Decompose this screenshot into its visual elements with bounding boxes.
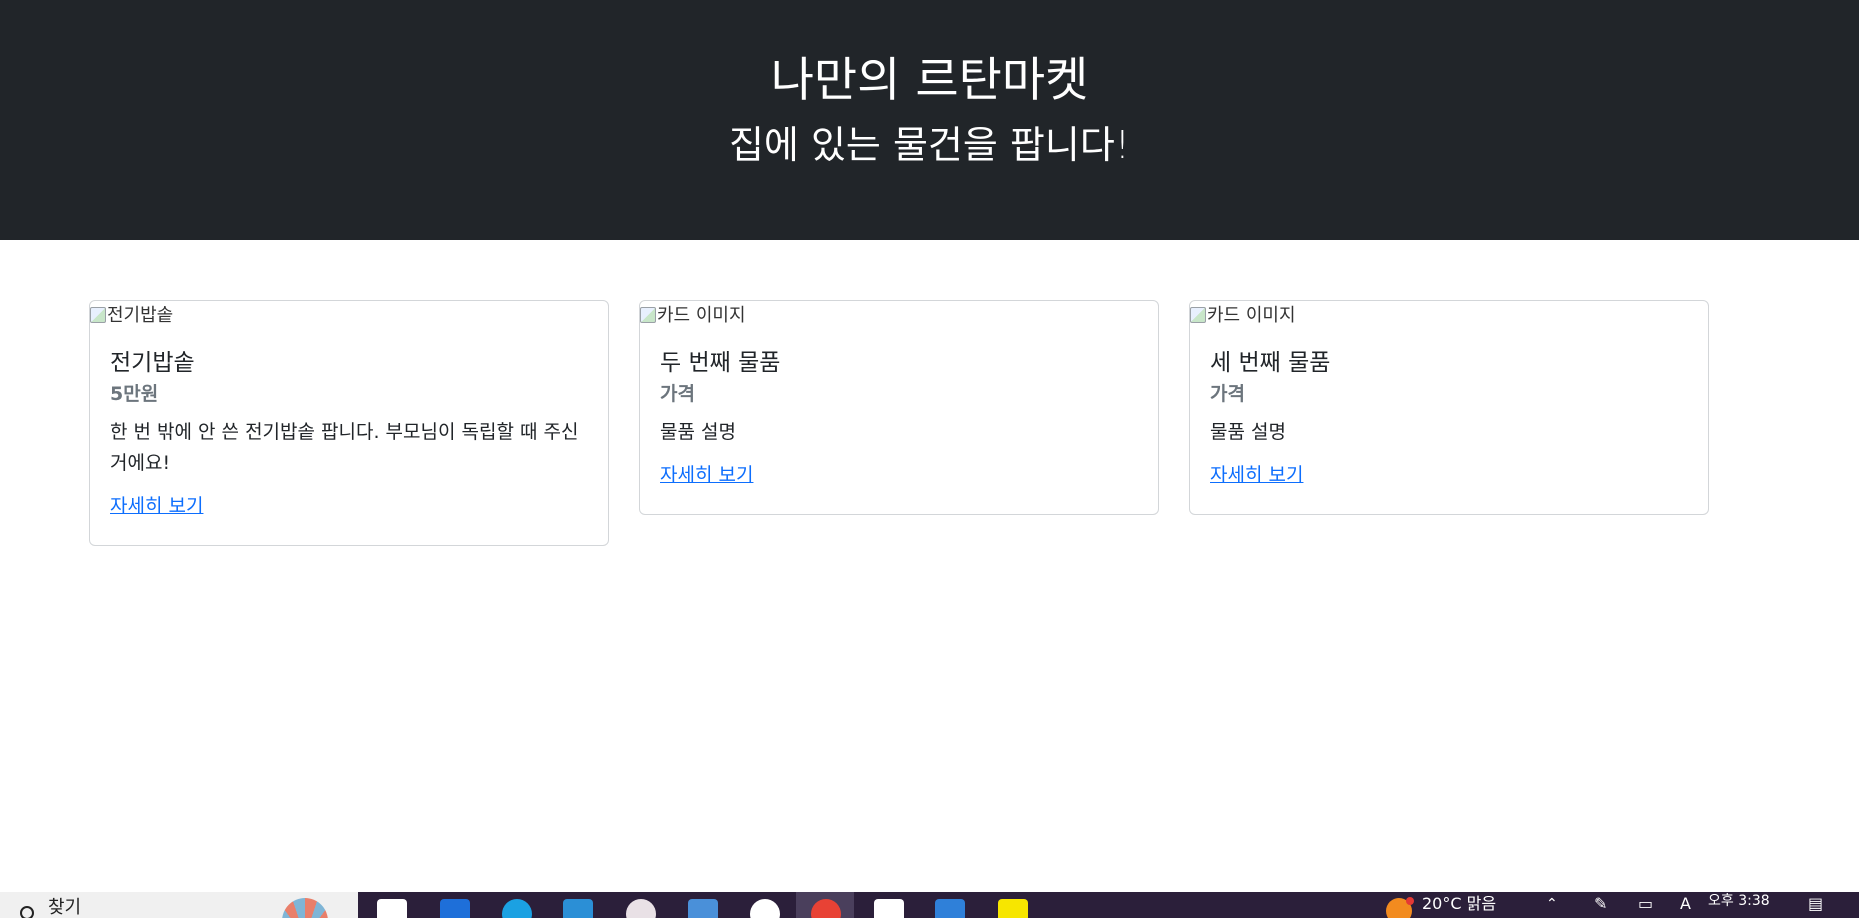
pen-icon[interactable]: ✎ bbox=[1594, 893, 1607, 915]
product-image-alt: 카드 이미지 bbox=[657, 305, 746, 326]
ime-icon[interactable]: A bbox=[1680, 893, 1691, 915]
view-details-link[interactable]: 자세히 보기 bbox=[660, 462, 753, 488]
product-title: 세 번째 물품 bbox=[1210, 350, 1331, 376]
search-label: 찾기 bbox=[48, 897, 82, 918]
view-details-link[interactable]: 자세히 보기 bbox=[110, 493, 203, 519]
product-image-alt: 카드 이미지 bbox=[1207, 305, 1296, 326]
product-price: 가격 bbox=[660, 383, 695, 405]
vscode-insiders-icon[interactable] bbox=[563, 899, 593, 918]
chevron-up-icon[interactable]: ⌃ bbox=[1546, 893, 1558, 915]
mail-icon[interactable] bbox=[440, 899, 470, 918]
search-icon bbox=[20, 906, 34, 918]
taskbar-clock[interactable]: 오후 3:38 bbox=[1708, 892, 1770, 911]
product-image: 전기밥솥 bbox=[90, 301, 608, 331]
notion-icon[interactable] bbox=[874, 899, 904, 918]
windows-taskbar: 찾기 20°C 맑음 ⌃ ✎ ▭ A 오후 3:38 ▤ bbox=[0, 892, 1859, 918]
page-subtitle: 집에 있는 물건을 팝니다! bbox=[728, 123, 1131, 167]
broken-image-icon bbox=[90, 307, 106, 323]
card-body: 전기밥솥 5만원 한 번 밖에 안 쓴 전기밥솥 팝니다. 부모님이 독립할 때… bbox=[90, 331, 608, 545]
page-title: 나만의 르탄마켓 bbox=[770, 53, 1089, 108]
slack-icon[interactable] bbox=[750, 899, 780, 918]
card-body: 세 번째 물품 가격 물품 설명 자세히 보기 bbox=[1190, 331, 1708, 514]
vscode-icon[interactable] bbox=[935, 899, 965, 918]
product-image: 카드 이미지 bbox=[640, 301, 1158, 331]
app-icon[interactable] bbox=[626, 899, 656, 918]
broken-image-icon bbox=[640, 307, 656, 323]
taskbar-search-box[interactable]: 찾기 bbox=[0, 892, 358, 918]
notification-icon[interactable]: ▤ bbox=[1808, 893, 1823, 915]
store-icon[interactable] bbox=[377, 899, 407, 918]
product-title: 두 번째 물품 bbox=[660, 350, 781, 376]
product-description: 한 번 밖에 안 쓴 전기밥솥 팝니다. 부모님이 독립할 때 주신 거에요! bbox=[110, 421, 579, 474]
card-body: 두 번째 물품 가격 물품 설명 자세히 보기 bbox=[640, 331, 1158, 514]
kakaotalk-icon[interactable] bbox=[998, 899, 1028, 918]
calendar-icon[interactable] bbox=[688, 899, 718, 918]
weather-text[interactable]: 20°C 맑음 bbox=[1422, 893, 1496, 915]
product-price: 가격 bbox=[1210, 383, 1245, 405]
product-card: 카드 이미지 두 번째 물품 가격 물품 설명 자세히 보기 bbox=[639, 300, 1159, 515]
product-description: 물품 설명 bbox=[1210, 421, 1286, 443]
edge-icon[interactable] bbox=[502, 899, 532, 918]
product-card: 전기밥솥 전기밥솥 5만원 한 번 밖에 안 쓴 전기밥솥 팝니다. 부모님이 … bbox=[89, 300, 609, 546]
product-price: 5만원 bbox=[110, 383, 159, 405]
display-icon[interactable]: ▭ bbox=[1638, 893, 1653, 915]
product-image: 카드 이미지 bbox=[1190, 301, 1708, 331]
hero-banner: 나만의 르탄마켓 집에 있는 물건을 팝니다! bbox=[0, 0, 1859, 240]
product-card: 카드 이미지 세 번째 물품 가격 물품 설명 자세히 보기 bbox=[1189, 300, 1709, 515]
view-details-link[interactable]: 자세히 보기 bbox=[1210, 462, 1303, 488]
weather-icon[interactable] bbox=[1386, 897, 1414, 918]
product-description: 물품 설명 bbox=[660, 421, 736, 443]
broken-image-icon bbox=[1190, 307, 1206, 323]
product-image-alt: 전기밥솥 bbox=[107, 305, 174, 326]
product-title: 전기밥솥 bbox=[110, 350, 195, 376]
search-highlight-icon[interactable] bbox=[282, 898, 328, 918]
